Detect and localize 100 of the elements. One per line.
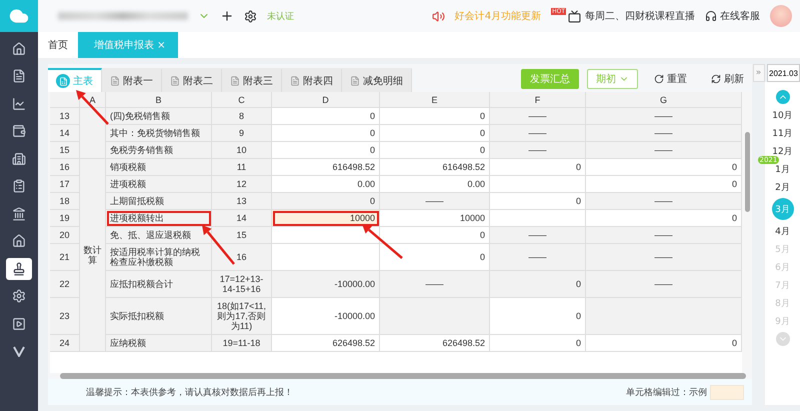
table-cell: 14	[212, 210, 272, 227]
table-cell: ——	[586, 244, 742, 271]
table-cell[interactable]: -10000.00	[272, 298, 380, 335]
annotation-arrow	[202, 225, 235, 265]
table-cell: 应纳税额	[106, 335, 212, 352]
document-icon	[290, 76, 300, 86]
table-cell[interactable]: 0	[380, 142, 490, 159]
table-cell[interactable]: 0	[380, 108, 490, 125]
row-number: 17	[50, 176, 80, 193]
table-cell[interactable]	[272, 227, 380, 244]
table-cell: 进项税额	[106, 176, 212, 193]
table-cell[interactable]: 0	[586, 176, 742, 193]
horizontal-scrollbar[interactable]	[60, 373, 746, 379]
settings-icon[interactable]	[244, 10, 257, 22]
table-cell[interactable]: 0	[490, 335, 586, 352]
table-cell: 12	[212, 176, 272, 193]
table-cell: 免、抵、退应退税额	[106, 227, 212, 244]
table-cell[interactable]: 0	[272, 108, 380, 125]
table-cell[interactable]: 616498.52	[272, 159, 380, 176]
table-cell[interactable]: 0	[380, 244, 490, 271]
support-link[interactable]: 在线客服	[720, 9, 760, 23]
auth-status: 未认证	[267, 10, 294, 22]
row-number: 16	[50, 159, 80, 176]
table-cell: -10000.00	[272, 271, 380, 298]
group-cell: 数计算	[80, 159, 106, 352]
table-cell: ——	[586, 142, 742, 159]
column-header: D	[272, 92, 380, 108]
table-cell: 进项税额转出	[106, 210, 212, 227]
month-item[interactable]: 11月	[772, 126, 794, 140]
table-cell: ——	[586, 227, 742, 244]
table-cell[interactable]: 0.00	[272, 176, 380, 193]
table-cell[interactable]: 616498.52	[380, 159, 490, 176]
table-cell[interactable]: 0	[586, 335, 742, 352]
table-cell[interactable]: 0	[380, 125, 490, 142]
table-cell[interactable]: 0	[586, 210, 742, 227]
month-item[interactable]: 12月	[772, 144, 794, 158]
table-cell: ——	[586, 193, 742, 210]
sheet-tab[interactable]: 附表四	[282, 68, 342, 92]
headset-icon	[705, 10, 717, 22]
month-item[interactable]: 4月	[772, 224, 794, 238]
speaker-icon	[432, 10, 445, 22]
table-cell: 免税劳务销售额	[106, 142, 212, 159]
column-header: E	[380, 92, 490, 108]
table-cell: 15	[212, 227, 272, 244]
month-item[interactable]: 10月	[772, 108, 794, 122]
table-cell[interactable]	[490, 176, 586, 193]
reset-icon	[654, 74, 664, 84]
document-icon	[350, 76, 360, 86]
column-header: B	[106, 92, 212, 108]
plus-icon[interactable]	[220, 9, 234, 23]
table-cell[interactable]: 0	[272, 125, 380, 142]
sheet-tab[interactable]: 附表二	[162, 68, 222, 92]
row-number: 22	[50, 271, 80, 298]
table-cell: 销项税额	[106, 159, 212, 176]
sheet-tab[interactable]: 附表三	[222, 68, 282, 92]
table-cell: (四)免税销售额	[106, 108, 212, 125]
table-cell[interactable]: 626498.52	[380, 335, 490, 352]
table-cell[interactable]: 626498.52	[272, 335, 380, 352]
table-cell: 9	[212, 125, 272, 142]
table-cell[interactable]: 0	[490, 193, 586, 210]
month-item[interactable]: 1月	[772, 162, 794, 176]
tip-text: 温馨提示：本表供参考，请认真核对数据后再上报！	[86, 386, 293, 398]
table-cell: ——	[490, 108, 586, 125]
table-cell[interactable]: 10000	[272, 210, 380, 227]
table-cell[interactable]: 0	[490, 159, 586, 176]
table-cell: ——	[586, 108, 742, 125]
table-cell[interactable]: 10000	[380, 210, 490, 227]
row-number: 18	[50, 193, 80, 210]
table-cell[interactable]: 0	[272, 142, 380, 159]
table-cell: ——	[490, 244, 586, 271]
table-cell: 0	[272, 193, 380, 210]
sheet-tab[interactable]: 附表一	[102, 68, 162, 92]
table-cell: 13	[212, 193, 272, 210]
period-field[interactable]: 2021.03	[767, 64, 800, 82]
row-number: 23	[50, 298, 80, 335]
row-number: 13	[50, 108, 80, 125]
table-cell[interactable]: 0.00	[380, 176, 490, 193]
table-cell: 18(如17<11,则为17,否则为11)	[212, 298, 272, 335]
sidebar-stamp-icon[interactable]	[6, 258, 32, 280]
sheet-tab[interactable]: 减免明细	[342, 68, 412, 92]
table-cell[interactable]: 0	[490, 298, 586, 335]
column-header: F	[490, 92, 586, 108]
table-cell: 16	[212, 244, 272, 271]
table-cell[interactable]: 0	[380, 227, 490, 244]
table-cell: ——	[490, 125, 586, 142]
table-cell[interactable]	[490, 210, 586, 227]
row-number: 15	[50, 142, 80, 159]
annotation-arrow	[76, 90, 109, 125]
table-cell: 11	[212, 159, 272, 176]
table-cell[interactable]: 0	[586, 159, 742, 176]
table-cell[interactable]	[272, 244, 380, 271]
document-icon	[110, 76, 120, 86]
table-cell: 19=11-18	[212, 335, 272, 352]
month-item[interactable]: 2月	[772, 180, 794, 194]
table-cell: ——	[586, 125, 742, 142]
column-header: C	[212, 92, 272, 108]
reset-button[interactable]: 重置	[646, 69, 695, 89]
refresh-button[interactable]: 刷新	[703, 69, 752, 89]
legend-label: 单元格编辑过：示例	[626, 386, 707, 398]
live-course-link[interactable]: 每周二、四财税课程直播	[585, 9, 695, 23]
